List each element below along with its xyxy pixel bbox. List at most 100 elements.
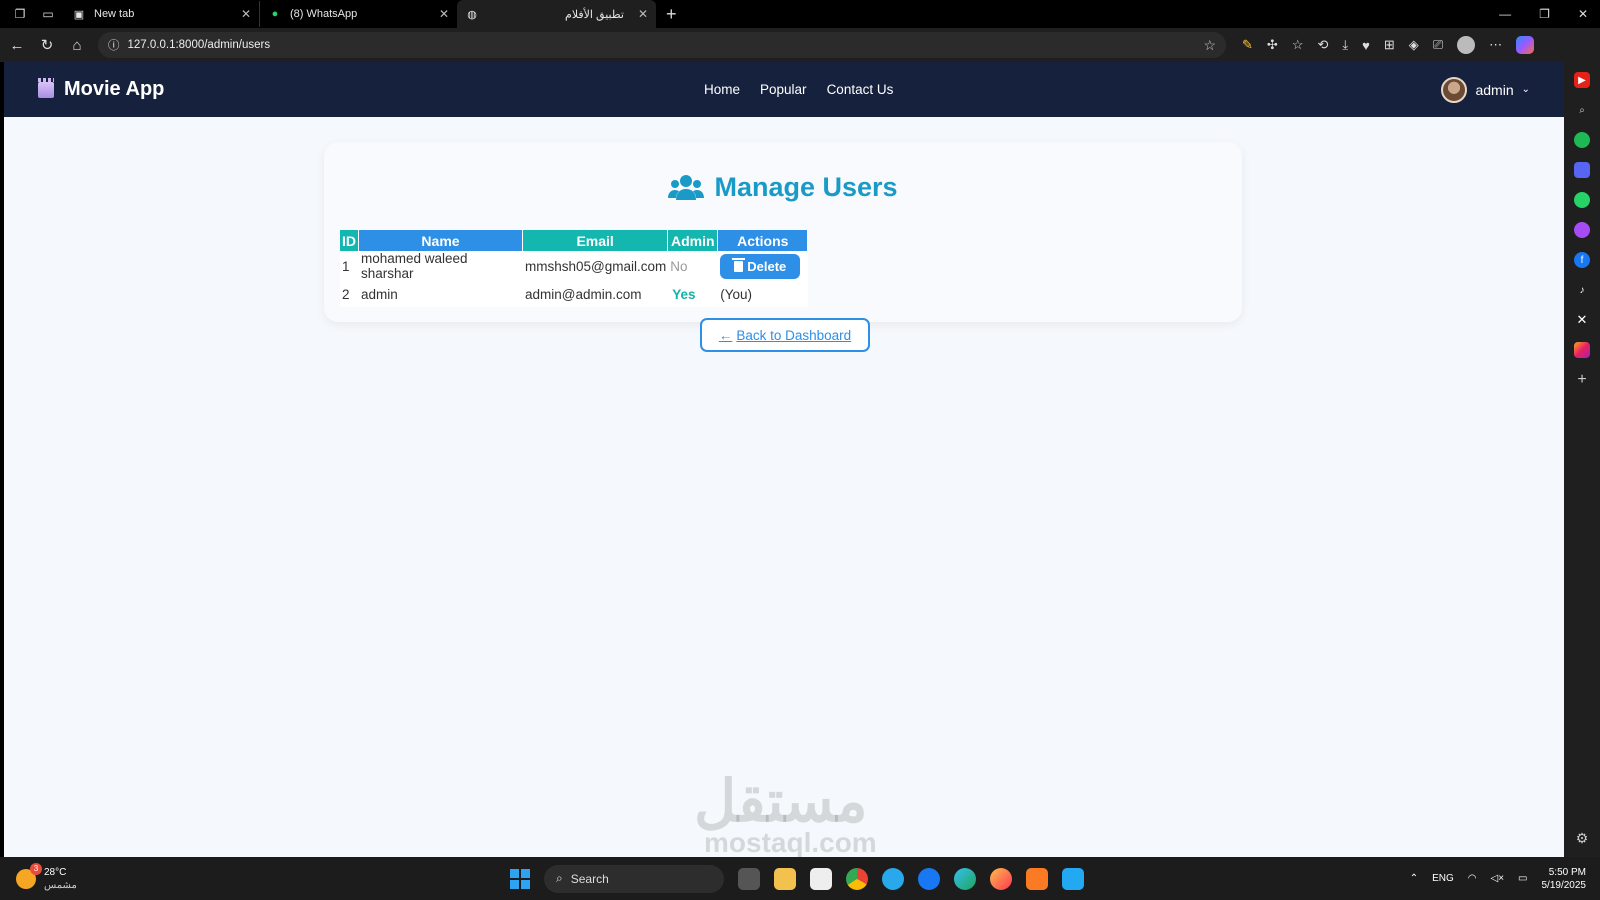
messenger-icon[interactable] xyxy=(1574,222,1590,238)
clapperboard-icon xyxy=(38,77,54,98)
taskbar-search[interactable]: ⌕ Search xyxy=(544,864,724,893)
cell-email: mmshsh05@gmail.com xyxy=(525,258,667,274)
column-header-id: ID xyxy=(340,230,359,251)
url-input[interactable]: ⓘ 127.0.0.1:8000/admin/users ☆ xyxy=(98,32,1226,58)
collections-icon[interactable]: ⊞ xyxy=(1384,37,1395,53)
table-row: 1 mohamed waleed sharshar mmshsh05@gmail… xyxy=(340,251,808,281)
discord-icon[interactable] xyxy=(1574,162,1590,178)
performance-icon[interactable]: ♥ xyxy=(1362,38,1370,53)
minimize-icon[interactable]: — xyxy=(1499,7,1511,21)
delete-button[interactable]: Delete xyxy=(720,253,801,279)
chrome-icon[interactable] xyxy=(846,867,868,890)
whatsapp-icon[interactable] xyxy=(1574,192,1590,208)
instagram-icon[interactable] xyxy=(1574,342,1590,358)
watermark-latin: mostaql.com xyxy=(704,827,877,857)
nav-link-contact[interactable]: Contact Us xyxy=(827,82,894,97)
tiktok-icon[interactable]: ♪ xyxy=(1574,282,1590,298)
close-icon[interactable]: ✕ xyxy=(241,7,251,21)
extensions-icon[interactable]: ✣ xyxy=(1267,37,1278,53)
back-icon[interactable]: ← xyxy=(2,37,32,54)
back-to-dashboard-label: Back to Dashboard xyxy=(736,327,852,343)
column-header-admin: Admin xyxy=(668,230,719,251)
column-header-name: Name xyxy=(359,230,523,251)
table-header-row: ID Name Email Admin Actions xyxy=(340,230,809,251)
arrow-left-icon: ← xyxy=(718,327,733,343)
close-icon[interactable]: ✕ xyxy=(439,7,449,21)
site-navbar: Movie App Home Popular Contact Us admin … xyxy=(4,62,1564,117)
copilot-icon[interactable] xyxy=(1516,36,1535,54)
user-menu[interactable]: admin ⌄ xyxy=(1441,76,1530,103)
pen-icon[interactable]: ✎ xyxy=(1242,37,1253,53)
chevron-down-icon: ⌄ xyxy=(1521,84,1530,95)
chevron-up-icon[interactable]: ⌃ xyxy=(1410,873,1418,884)
close-window-icon[interactable]: ✕ xyxy=(1578,7,1588,21)
x-icon[interactable]: ✕ xyxy=(1574,312,1590,328)
language-indicator[interactable]: ENG xyxy=(1432,873,1454,884)
tab-whatsapp[interactable]: ● (8) WhatsApp ✕ xyxy=(259,1,457,27)
tab-movie-app[interactable]: ◍ تطبيق الأفلام ✕ xyxy=(457,0,656,28)
add-icon[interactable]: + xyxy=(1574,371,1590,388)
cell-actions: Delete xyxy=(718,251,808,281)
home-icon[interactable]: ⌂ xyxy=(62,37,92,54)
favorite-star-icon[interactable]: ☆ xyxy=(1203,37,1216,54)
telegram-icon[interactable] xyxy=(882,867,904,890)
tab-label: تطبيق الأفلام xyxy=(565,8,624,21)
vscode-icon[interactable] xyxy=(1062,867,1084,890)
table-row: 2 admin admin@admin.com Yes (You) xyxy=(340,281,808,307)
youtube-icon[interactable]: ▶ xyxy=(1574,72,1590,88)
edge-icon[interactable] xyxy=(954,867,976,890)
brand[interactable]: Movie App xyxy=(38,77,165,101)
restore-icon[interactable]: ❐ xyxy=(1539,7,1550,21)
wifi-icon[interactable]: ◠ xyxy=(1468,873,1477,884)
weather-widget[interactable]: 3 28°C مشمس xyxy=(16,862,77,892)
nav-link-home[interactable]: Home xyxy=(704,82,740,97)
cell-id: 2 xyxy=(342,286,350,302)
brand-name: Movie App xyxy=(64,78,165,100)
avatar xyxy=(1441,76,1468,103)
workspaces-icon[interactable]: ❐ xyxy=(12,6,28,22)
close-icon[interactable]: ✕ xyxy=(638,7,648,21)
volume-icon[interactable]: ◁× xyxy=(1491,873,1505,884)
task-view-icon[interactable] xyxy=(738,867,760,890)
info-icon[interactable]: ⓘ xyxy=(108,37,120,53)
back-to-dashboard-button[interactable]: ← Back to Dashboard xyxy=(700,318,870,352)
facebook-icon[interactable]: f xyxy=(1574,252,1590,268)
search-icon: ⌕ xyxy=(556,871,563,885)
date: 5/19/2025 xyxy=(1541,879,1587,891)
temperature: 28°C xyxy=(44,866,67,878)
cell-actions: (You) xyxy=(720,286,753,302)
trash-icon xyxy=(732,257,746,272)
new-tab-button[interactable]: + xyxy=(666,4,677,25)
clock[interactable]: 5:50 PM 5/19/2025 xyxy=(1542,866,1587,892)
spotify-icon[interactable] xyxy=(1574,132,1590,148)
file-explorer-icon[interactable] xyxy=(774,867,796,890)
browser-essentials-icon[interactable]: ◈ xyxy=(1409,37,1419,53)
profile-avatar[interactable] xyxy=(1457,36,1476,54)
browser-toolbar: ✎ ✣ ☆ ⟲ ⤓ ♥ ⊞ ◈ ⎚ ⋯ xyxy=(1242,36,1535,54)
downloads-icon[interactable]: ⤓ xyxy=(1342,37,1348,53)
nav-link-popular[interactable]: Popular xyxy=(760,82,807,97)
whatsapp-icon: ● xyxy=(271,8,279,20)
store-icon[interactable] xyxy=(810,867,832,890)
tab-actions-icon[interactable]: ▭ xyxy=(40,6,56,22)
system-tray: ⌃ ENG ◠ ◁× ▭ 5:50 PM 5/19/2025 xyxy=(1410,866,1586,892)
history-icon[interactable]: ⟲ xyxy=(1317,37,1328,53)
watermark-arabic: مستقل xyxy=(694,769,868,834)
refresh-icon[interactable]: ↻ xyxy=(32,36,62,54)
tab-new-tab[interactable]: ▣ New tab ✕ xyxy=(64,1,259,27)
facebook-icon[interactable] xyxy=(918,867,940,890)
search-icon[interactable]: ⌕ xyxy=(1574,102,1590,118)
screenshot-icon[interactable]: ⎚ xyxy=(1433,37,1443,53)
windows-start-icon[interactable] xyxy=(510,868,530,889)
browser-sidebar: ▶ ⌕ f ♪ ✕ + ⚙ xyxy=(1564,62,1600,857)
page-title: Manage Users xyxy=(324,172,1242,203)
taskbar: 3 28°C مشمس ⌕ Search ⌃ ENG ◠ ◁× ▭ 5:50 P… xyxy=(0,857,1600,900)
firefox-icon[interactable] xyxy=(990,867,1012,890)
battery-icon[interactable]: ▭ xyxy=(1518,873,1527,884)
favorites-icon[interactable]: ☆ xyxy=(1292,37,1304,53)
settings-icon[interactable]: ⚙ xyxy=(1576,830,1589,847)
taskbar-apps: ⌕ Search xyxy=(510,864,1084,893)
column-header-actions: Actions xyxy=(718,230,809,251)
more-icon[interactable]: ⋯ xyxy=(1489,37,1502,53)
xampp-icon[interactable] xyxy=(1026,867,1048,890)
